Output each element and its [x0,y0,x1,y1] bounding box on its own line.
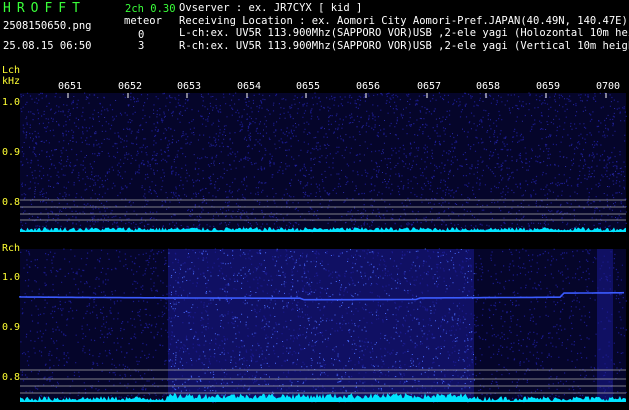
time-tick-label: 0659 [536,81,560,92]
lch-spectrogram [20,92,627,233]
rch-ytick-1.0: 1.0 [2,272,20,283]
time-tick-label: 0655 [296,81,320,92]
rch-ytick-0.8: 0.8 [2,372,20,383]
lch-unit-label: kHz [2,76,20,87]
time-tick-label: 0654 [237,81,261,92]
spectrogram-background [20,93,626,232]
lch-ytick-0.9: 0.9 [2,147,20,158]
time-tick-label: 0651 [58,81,82,92]
time-tick-label: 0700 [596,81,620,92]
lch-ytick-1.0: 1.0 [2,97,20,108]
time-tick-label: 0652 [118,81,142,92]
rch-channel-label: Rch [2,243,20,254]
rch-spectrogram [19,248,627,404]
rch-panel: Rch 1.0 0.9 0.8 [2,243,627,404]
time-tick-label: 0656 [356,81,380,92]
lch-ytick-0.8: 0.8 [2,197,20,208]
rch-ytick-0.9: 0.9 [2,322,20,333]
time-tick-label: 0657 [417,81,441,92]
time-tick-label: 0658 [476,81,500,92]
time-tick-label: 0653 [177,81,201,92]
lch-channel-label: Lch [2,65,20,76]
spectrogram-display: Lch kHz 1.0 0.9 0.8 0651 0652 0653 0654 0655… [2,65,627,404]
